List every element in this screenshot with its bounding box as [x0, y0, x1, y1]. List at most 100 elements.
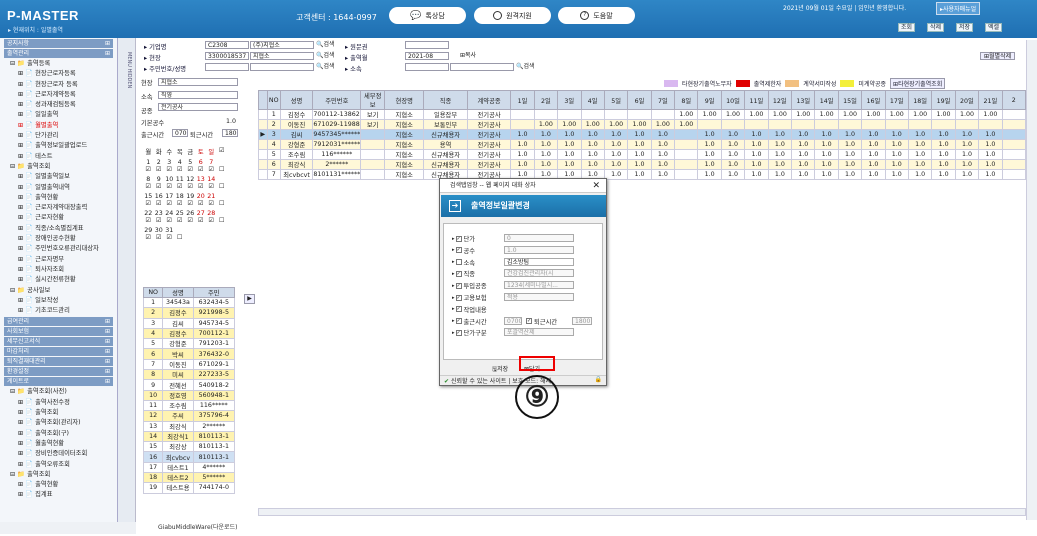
table-cell[interactable]: 1.0	[861, 129, 886, 140]
sidebar-item[interactable]: ⊞ 📄 근로자계약등록	[0, 90, 117, 100]
table-row[interactable]: 2이동진671029-1198831보기지협소보통인부전기공사1.001.001…	[258, 119, 1027, 130]
table-cell[interactable]: 1.0	[814, 169, 839, 180]
table-cell[interactable]: 1.0	[884, 139, 909, 150]
out-time-checkbox[interactable]: ✓	[526, 318, 532, 325]
sidebar-item[interactable]: ⊞ 📄 테스트	[0, 152, 117, 162]
name-input[interactable]	[250, 63, 314, 71]
sidebar-item[interactable]: ⊞ 📄 장애인공수현황	[0, 234, 117, 244]
day-checkbox[interactable]: ☑	[206, 166, 217, 173]
row-checkbox[interactable]: ☐	[217, 166, 228, 173]
table-cell[interactable]	[697, 119, 722, 130]
table-cell[interactable]: 1.0	[744, 129, 769, 140]
table-cell[interactable]	[674, 159, 699, 170]
table-row[interactable]: 18 테스트2 5******	[142, 472, 236, 484]
column-header[interactable]: 6일	[627, 90, 652, 110]
site-select[interactable]: 지협소	[158, 78, 238, 86]
sidebar-item[interactable]: ⊞ 📄 출역현황	[0, 480, 117, 490]
table-cell[interactable]: 1.0	[580, 139, 605, 150]
table-cell[interactable]: 1.0	[627, 139, 652, 150]
table-row[interactable]: 4 김정수 700112-1	[142, 327, 236, 340]
day-checkbox[interactable]: ☑	[164, 234, 175, 241]
table-cell[interactable]: 1.0	[814, 129, 839, 140]
table-cell[interactable]: 1.00	[791, 109, 816, 120]
table-cell[interactable]: 1.0	[837, 169, 863, 180]
table-cell[interactable]: 1.00	[603, 119, 629, 130]
table-cell[interactable]: 1.0	[744, 139, 769, 150]
table-cell[interactable]	[814, 119, 839, 130]
day-checkbox[interactable]: ☑	[196, 166, 207, 173]
sidebar-item[interactable]: ⊞ 📄 월출역현황	[0, 439, 117, 449]
table-cell[interactable]	[1001, 159, 1027, 170]
out-time-input[interactable]: 1800	[222, 129, 238, 137]
table-cell[interactable]: 1.0	[650, 149, 676, 160]
table-cell[interactable]: 1.0	[907, 159, 933, 170]
table-row[interactable]: 8 미씨 227233-5	[142, 369, 236, 381]
column-header[interactable]: 12일	[767, 90, 793, 110]
table-cell[interactable]: 1.00	[861, 109, 886, 120]
table-row[interactable]: 17 테스트1 4******	[142, 461, 236, 474]
column-header[interactable]: 4일	[580, 90, 605, 110]
column-header[interactable]: 주민번호	[312, 90, 362, 110]
table-cell[interactable]: 1.0	[931, 129, 956, 140]
table-cell[interactable]: 1.0	[791, 159, 816, 170]
table-cell[interactable]: 1.0	[697, 129, 722, 140]
select-all-checkbox[interactable]: ☑	[217, 147, 228, 156]
table-row[interactable]: ▶ 3 김씨 9457345****** 지협소 신규채용자 전기공사 1.0 1.0 1.0 1.…	[258, 129, 1027, 140]
sidebar-item[interactable]: ⊞ 📄 근로자계약대장출력	[0, 203, 117, 213]
sidebar-section[interactable]: 급여관리	[4, 317, 113, 327]
day-checkbox[interactable]: ☑	[196, 200, 207, 207]
day-checkbox[interactable]: ☑	[143, 183, 154, 190]
table-row[interactable]: 2 김정수 921998-5	[142, 307, 236, 319]
table-cell[interactable]	[978, 119, 1003, 130]
talk-consult-button[interactable]: 💬 톡상담	[389, 7, 466, 24]
table-cell[interactable]	[1001, 149, 1027, 160]
day-checkbox[interactable]: ☑	[206, 200, 217, 207]
table-cell[interactable]: 1.0	[978, 139, 1003, 150]
table-cell[interactable]	[861, 119, 886, 130]
table-cell[interactable]: 1.0	[814, 149, 839, 160]
table-cell[interactable]: 1.0	[510, 159, 535, 170]
table-cell[interactable]: 1.0	[650, 159, 676, 170]
table-row[interactable]: 1 34543a 632434-5	[142, 296, 236, 309]
table-cell[interactable]: 1.0	[767, 149, 793, 160]
row-checkbox[interactable]: ☐	[217, 183, 228, 190]
manual-button[interactable]: ▸사용자매뉴얼	[936, 2, 981, 15]
sidebar-item[interactable]: ⊟ 📁 출역조회	[0, 162, 117, 172]
table-cell[interactable]: 1.0	[814, 139, 839, 150]
field-checkbox[interactable]: ✓	[455, 270, 462, 277]
table-cell[interactable]: 1.0	[697, 149, 722, 160]
search-tool-button[interactable]: 조회	[898, 23, 916, 32]
org-search-button[interactable]: 🔍검색	[516, 63, 535, 71]
table-cell[interactable]	[533, 109, 559, 120]
day-checkbox[interactable]: ☑	[185, 200, 196, 207]
table-row[interactable]: 6 박씨 376432-0	[142, 348, 236, 360]
column-header[interactable]: 7일	[650, 90, 676, 110]
day-checkbox[interactable]: ☑	[143, 234, 154, 241]
table-cell[interactable]	[603, 109, 629, 120]
sidebar-item[interactable]: ⊞ 📄 집계표	[0, 490, 117, 500]
org-code-input[interactable]	[405, 63, 449, 71]
row-checkbox[interactable]: ☐	[175, 234, 186, 241]
sidebar-section[interactable]: 게이트로	[4, 377, 113, 387]
table-row[interactable]: 19 테스트용 744174-0	[142, 482, 236, 494]
table-cell[interactable]: 1.0	[767, 159, 793, 170]
table-cell[interactable]: 1.00	[720, 109, 746, 120]
table-cell[interactable]	[1001, 129, 1027, 140]
column-header[interactable]: 16일	[861, 90, 886, 110]
table-cell[interactable]	[674, 129, 699, 140]
table-cell[interactable]: 1.0	[720, 149, 746, 160]
in-time-field[interactable]: 0700	[504, 316, 522, 325]
table-row[interactable]: 1김정수700112-1386280보기지협소일용잡부전기공사1.001.001…	[258, 109, 1027, 120]
table-cell[interactable]: 1.00	[837, 109, 863, 120]
table-cell[interactable]	[954, 119, 980, 130]
sidebar-item[interactable]: ⊞ 📄 월별출역	[0, 121, 117, 131]
table-cell[interactable]: 1.00	[767, 109, 793, 120]
table-cell[interactable]: 1.00	[627, 119, 652, 130]
column-header[interactable]: 직종	[423, 90, 468, 110]
company-search-button[interactable]: 🔍검색	[316, 41, 335, 49]
table-cell[interactable]: 1.0	[954, 159, 980, 170]
sidebar-section[interactable]: 마감처리	[4, 347, 113, 357]
row-checkbox[interactable]: ☐	[217, 217, 228, 224]
column-header[interactable]: 계약공종	[466, 90, 512, 110]
table-cell[interactable]: 1.0	[954, 169, 980, 180]
